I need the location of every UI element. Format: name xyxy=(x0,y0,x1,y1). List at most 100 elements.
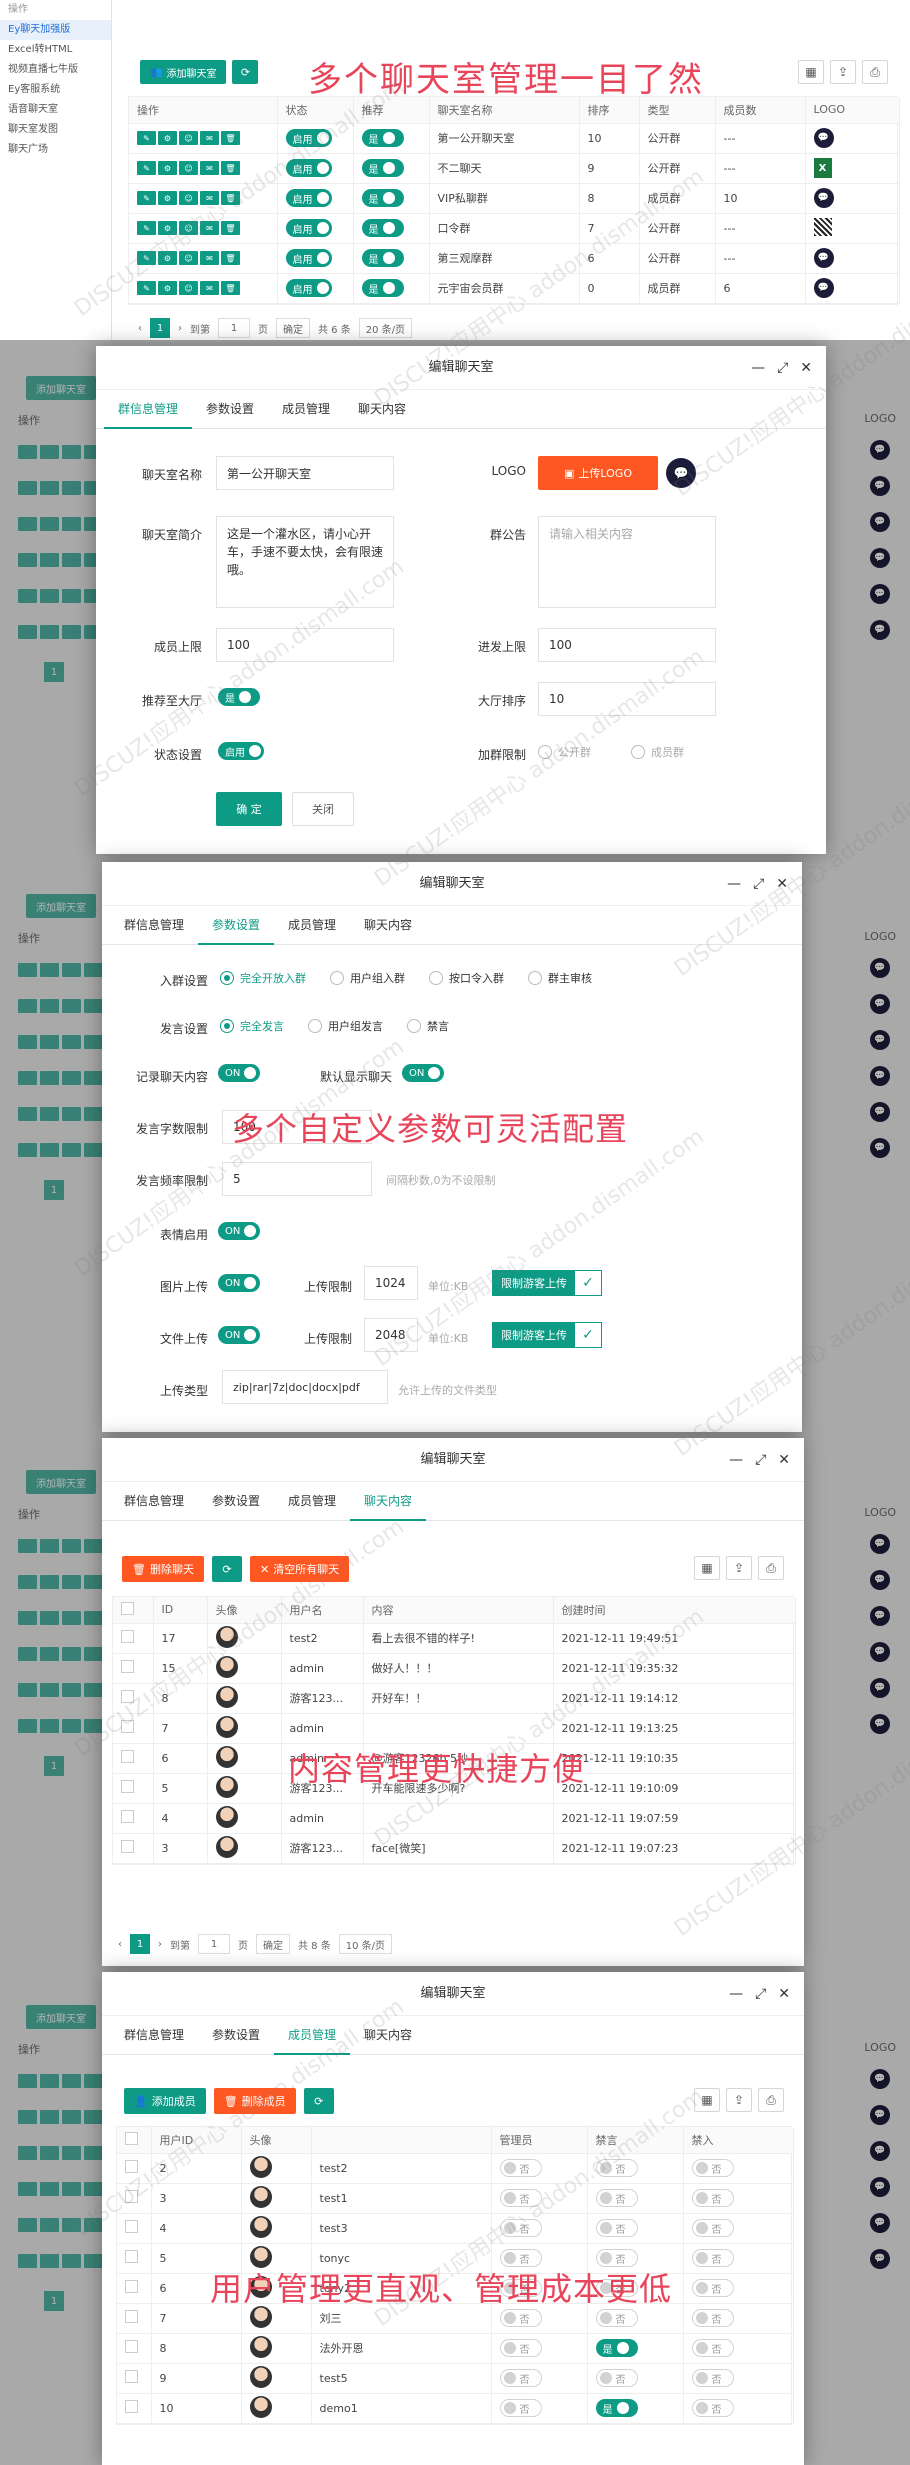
join-member-radio[interactable]: 成员群 xyxy=(631,744,684,760)
maximize-icon[interactable]: ⤢ xyxy=(755,1438,766,1482)
refresh-button[interactable]: ⟳ xyxy=(232,60,259,84)
tab-3[interactable]: 聊天内容 xyxy=(350,906,426,944)
recommend-toggle[interactable]: 是 xyxy=(218,688,260,706)
select-all[interactable] xyxy=(113,1597,154,1624)
ban-toggle[interactable]: 否 xyxy=(691,2249,734,2267)
radio-option[interactable]: 群主审核 xyxy=(528,970,592,986)
admin-toggle[interactable]: 否 xyxy=(499,2159,542,2177)
status-toggle[interactable]: 启用 xyxy=(285,279,332,297)
export-icon[interactable]: ⇪ xyxy=(726,1556,752,1580)
member-icon[interactable]: ☺ xyxy=(179,251,198,265)
add-member-button[interactable]: 👤 添加成员 xyxy=(124,2088,206,2114)
column-header[interactable]: 成员数 xyxy=(715,97,806,124)
admin-toggle[interactable]: 否 xyxy=(499,2309,542,2327)
row-checkbox[interactable] xyxy=(125,2310,138,2323)
select-all[interactable] xyxy=(117,2127,152,2154)
admin-toggle[interactable]: 否 xyxy=(499,2399,542,2417)
sidebar-item[interactable]: Excel转HTML xyxy=(0,40,111,60)
status-toggle[interactable]: 启用 xyxy=(285,219,332,237)
column-header[interactable]: 类型 xyxy=(639,97,716,124)
radio-option[interactable]: 按口令入群 xyxy=(429,970,504,986)
sidebar-item[interactable]: 视频直播七牛版 xyxy=(0,60,111,80)
emoji-toggle[interactable]: ON xyxy=(218,1222,260,1240)
minimize-icon[interactable]: — xyxy=(751,346,765,390)
columns-icon[interactable]: ▦ xyxy=(694,2088,720,2112)
member-icon[interactable]: ☺ xyxy=(179,161,198,175)
sidebar-item[interactable]: 语音聊天室 xyxy=(0,100,111,120)
mute-toggle[interactable]: 否 xyxy=(595,2369,638,2387)
maximize-icon[interactable]: ⤢ xyxy=(755,1972,766,2016)
tab-3[interactable]: 聊天内容 xyxy=(344,390,420,428)
status-toggle[interactable]: 启用 xyxy=(285,189,332,207)
notice-textarea[interactable]: 请输入相关内容 xyxy=(538,516,716,608)
tab-0[interactable]: 群信息管理 xyxy=(110,1482,198,1520)
sidebar-item[interactable]: 聊天室发图 xyxy=(0,120,111,140)
chat-icon[interactable]: ✉ xyxy=(200,221,219,235)
column-header[interactable]: 状态 xyxy=(277,97,354,124)
columns-icon[interactable]: ▦ xyxy=(694,1556,720,1580)
ban-toggle[interactable]: 否 xyxy=(691,2219,734,2237)
freq-input[interactable]: 5 xyxy=(222,1162,372,1196)
print-icon[interactable]: ⎙ xyxy=(758,2088,784,2112)
ban-toggle[interactable]: 否 xyxy=(691,2369,734,2387)
tab-2[interactable]: 成员管理 xyxy=(274,2016,351,2055)
ban-toggle[interactable]: 否 xyxy=(691,2399,734,2417)
page-current[interactable]: 1 xyxy=(130,1934,150,1954)
admin-toggle[interactable]: 否 xyxy=(499,2219,542,2237)
delete-member-button[interactable]: 🗑 删除成员 xyxy=(213,2088,296,2114)
radio-option[interactable]: 完全发言 xyxy=(220,1018,284,1034)
row-checkbox[interactable] xyxy=(121,1840,134,1853)
close-icon[interactable]: ✕ xyxy=(800,346,812,390)
chat-icon[interactable]: ✉ xyxy=(200,131,219,145)
row-checkbox[interactable] xyxy=(125,2220,138,2233)
admin-toggle[interactable]: 否 xyxy=(499,2369,542,2387)
settings-icon[interactable]: ⚙ xyxy=(158,251,177,265)
recommend-toggle[interactable]: 是 xyxy=(361,159,404,177)
status-toggle[interactable]: 启用 xyxy=(285,249,332,267)
image-limit-input[interactable]: 1024 xyxy=(364,1266,418,1300)
tab-2[interactable]: 成员管理 xyxy=(268,390,344,428)
row-checkbox[interactable] xyxy=(121,1720,134,1733)
settings-icon[interactable]: ⚙ xyxy=(158,221,177,235)
row-checkbox[interactable] xyxy=(125,2370,138,2383)
export-icon[interactable]: ⇪ xyxy=(830,60,856,84)
member-icon[interactable]: ☺ xyxy=(179,191,198,205)
chat-icon[interactable]: ✉ xyxy=(200,191,219,205)
recommend-toggle[interactable]: 是 xyxy=(361,129,404,147)
mute-toggle[interactable]: 否 xyxy=(595,2189,638,2207)
row-checkbox[interactable] xyxy=(125,2250,138,2263)
minimize-icon[interactable]: — xyxy=(729,1438,743,1482)
mute-toggle[interactable]: 是 xyxy=(595,2399,638,2417)
next-icon[interactable]: › xyxy=(158,1939,162,1950)
mute-toggle[interactable]: 是 xyxy=(595,2339,638,2357)
row-checkbox[interactable] xyxy=(125,2400,138,2413)
mute-toggle[interactable]: 否 xyxy=(595,2309,638,2327)
radio-option[interactable]: 完全开放入群 xyxy=(220,970,306,986)
refresh-button[interactable]: ⟳ xyxy=(211,1556,242,1582)
tab-0[interactable]: 群信息管理 xyxy=(110,2016,198,2054)
sidebar-item[interactable]: Ey客服系统 xyxy=(0,80,111,100)
minimize-icon[interactable]: — xyxy=(727,862,741,906)
delete-icon[interactable]: 🗑 xyxy=(221,161,240,175)
admin-toggle[interactable]: 否 xyxy=(499,2189,542,2207)
column-header[interactable]: 排序 xyxy=(579,97,640,124)
tab-0[interactable]: 群信息管理 xyxy=(110,906,198,944)
export-icon[interactable]: ⇪ xyxy=(726,2088,752,2112)
page-input[interactable]: 1 xyxy=(218,318,250,338)
recommend-toggle[interactable]: 是 xyxy=(361,189,404,207)
status-toggle[interactable]: 启用 xyxy=(218,742,264,760)
sidebar-item[interactable]: Ey聊天加强版 xyxy=(0,20,111,40)
admin-toggle[interactable]: 否 xyxy=(499,2339,542,2357)
delete-icon[interactable]: 🗑 xyxy=(221,251,240,265)
chat-icon[interactable]: ✉ xyxy=(200,251,219,265)
edit-icon[interactable]: ✎ xyxy=(137,131,156,145)
ban-toggle[interactable]: 否 xyxy=(691,2339,734,2357)
file-limit-input[interactable]: 2048 xyxy=(364,1318,418,1352)
default-show-toggle[interactable]: ON xyxy=(402,1064,444,1082)
row-checkbox[interactable] xyxy=(121,1630,134,1643)
edit-icon[interactable]: ✎ xyxy=(137,251,156,265)
page-input[interactable]: 1 xyxy=(198,1934,230,1954)
settings-icon[interactable]: ⚙ xyxy=(158,281,177,295)
edit-icon[interactable]: ✎ xyxy=(137,161,156,175)
join-public-radio[interactable]: 公开群 xyxy=(538,744,591,760)
